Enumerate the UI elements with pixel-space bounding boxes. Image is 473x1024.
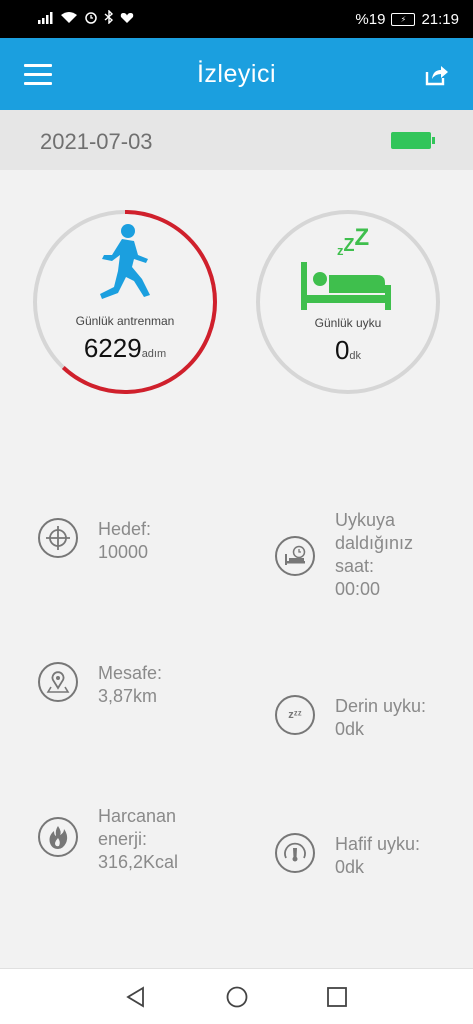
device-battery-icon [391,132,435,149]
system-nav-bar [0,968,473,1024]
sleep-label: Günlük uyku [314,316,382,330]
wifi-icon [60,11,78,28]
sleep-unit: dk [349,350,362,362]
alarm-icon [84,10,98,28]
sleep-start-value: 00:00 [335,579,381,599]
battery-percent: %19 [355,10,386,28]
sleep-start-label: Uykuya daldığınız saat: [335,510,414,576]
light-sleep-label: Hafif uyku: [335,834,421,854]
goal-label: Hedef: [98,519,152,539]
back-button[interactable] [124,985,148,1009]
location-pin-icon [38,662,78,702]
exercise-value-wrap: 6229adım [30,333,220,364]
goal-value: 10000 [98,542,149,562]
battery-charging-icon: ⚡ [391,12,416,26]
date-label[interactable]: 2021-07-03 [40,129,153,155]
gauge-icon [275,833,315,873]
steps-unit: adım [141,348,167,360]
share-button[interactable] [423,62,449,88]
distance-value: 3,87km [98,686,158,706]
heart-icon [120,11,134,28]
page-title: İzleyici [196,60,276,88]
bed-clock-icon [275,536,315,576]
bluetooth-icon [104,9,114,28]
sleep-value: 0 [334,335,350,365]
deep-sleep-label: Derin uyku: [335,696,427,716]
sleeping-bed-icon [301,262,391,310]
sleep-ring[interactable]: zZZ Günlük uyku 0dk [253,207,443,397]
signal-icon [38,11,54,28]
zzz-text: zZZ [337,224,369,258]
exercise-label: Günlük antrenman [75,314,175,328]
home-button[interactable] [225,985,249,1009]
flame-icon [38,817,78,857]
status-bar: %19 ⚡ 21:19 [0,0,473,38]
light-sleep-stat: Hafif uyku: 0dk [275,833,465,879]
home-circle-icon [226,986,248,1008]
clock-time: 21:19 [421,10,459,28]
exercise-ring[interactable]: Günlük antrenman 6229adım [30,207,220,397]
back-triangle-icon [126,986,144,1008]
energy-label: Harcanan enerji: [98,806,177,849]
light-sleep-value: 0dk [335,857,365,877]
distance-label: Mesafe: [98,663,163,683]
energy-value: 316,2Kcal [98,852,179,872]
sleep-start-stat: Uykuya daldığınız saat: 00:00 [275,509,465,601]
zzz-icon: zᶻᶻ [275,695,315,735]
deep-sleep-value: 0dk [335,719,365,739]
goal-stat: Hedef: 10000 [38,518,238,564]
date-bar: 2021-07-03 [0,110,473,170]
share-icon [425,66,448,86]
steps-value: 6229 [83,333,142,363]
runner-icon [100,224,150,299]
energy-stat: Harcanan enerji: 316,2Kcal [38,805,238,874]
deep-sleep-stat: zᶻᶻ Derin uyku: 0dk [275,695,465,741]
distance-stat: Mesafe: 3,87km [38,662,238,708]
sleep-value-wrap: 0dk [253,335,443,366]
recents-button[interactable] [325,985,349,1009]
app-bar: İzleyici [0,38,473,110]
target-icon [38,518,78,558]
recents-square-icon [327,987,347,1007]
